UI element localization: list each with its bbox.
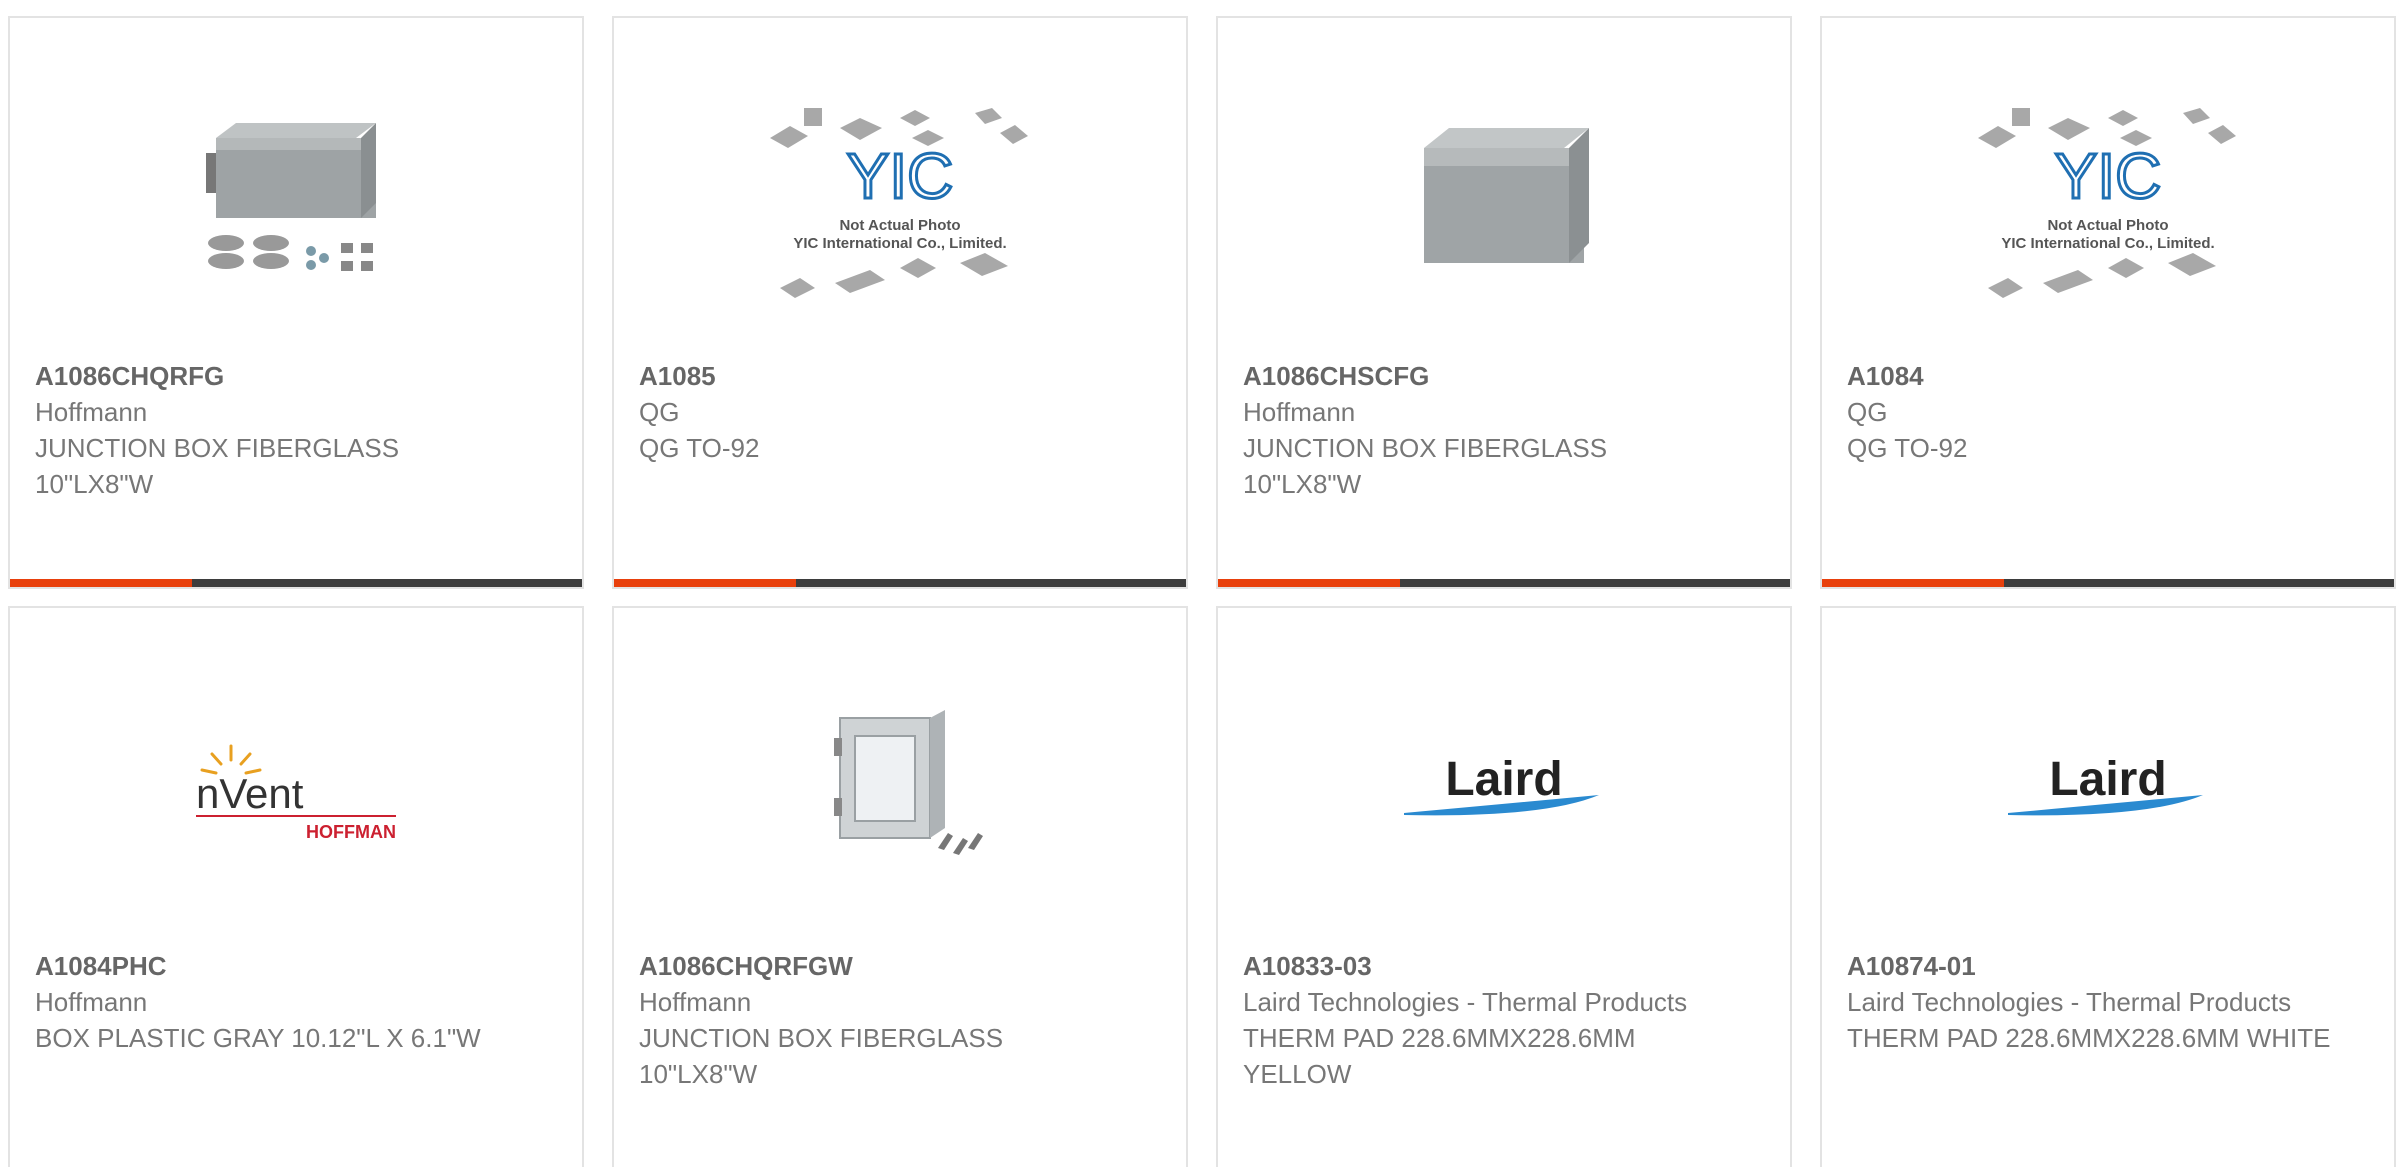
svg-text:YIC International Co., Limited: YIC International Co., Limited. <box>2001 235 2214 252</box>
part-number[interactable]: A10874-01 <box>1847 948 2334 984</box>
description: JUNCTION BOX FIBERGLASS 10"LX8"W <box>639 1023 1004 1089</box>
product-info: A1084PHC Hoffmann BOX PLASTIC GRAY 10.12… <box>35 948 522 1056</box>
description: BOX PLASTIC GRAY 10.12"L X 6.1"W <box>35 1023 481 1053</box>
manufacturer: Hoffmann <box>35 987 148 1017</box>
product-card[interactable]: A1086CHSCFG Hoffmann JUNCTION BOX FIBERG… <box>1216 16 1792 589</box>
product-card[interactable]: YIC Not Actual Photo YIC International C… <box>612 16 1188 589</box>
product-card[interactable]: Laird A10874-01 Laird Technologies - The… <box>1820 606 2396 1167</box>
card-bottom-bar <box>1822 579 2394 587</box>
product-image[interactable]: Laird <box>1218 658 1790 918</box>
manufacturer: Laird Technologies - Thermal Products <box>1243 987 1688 1017</box>
part-number[interactable]: A10833-03 <box>1243 948 1730 984</box>
card-accent-bar <box>1822 579 2004 587</box>
product-info: A10874-01 Laird Technologies - Thermal P… <box>1847 948 2334 1056</box>
card-accent-bar <box>614 579 796 587</box>
product-card[interactable]: nVent HOFFMAN A1084PHC Hoffmann BOX PLAS… <box>8 606 584 1167</box>
product-card[interactable]: Laird A10833-03 Laird Technologies - The… <box>1216 606 1792 1167</box>
svg-text:HOFFMAN: HOFFMAN <box>306 822 396 842</box>
laird-logo: Laird <box>2049 753 2166 806</box>
manufacturer: Hoffmann <box>1243 397 1356 427</box>
description: QG TO-92 <box>1847 433 1968 463</box>
manufacturer: Laird Technologies - Thermal Products <box>1847 987 2292 1017</box>
product-image[interactable] <box>614 658 1186 918</box>
description: QG TO-92 <box>639 433 760 463</box>
description: JUNCTION BOX FIBERGLASS 10"LX8"W <box>1243 433 1608 499</box>
description: THERM PAD 228.6MMX228.6MM WHITE <box>1847 1023 2331 1053</box>
nvent-logo: nVent <box>196 770 304 817</box>
product-info: A1084 QG QG TO-92 <box>1847 358 2334 466</box>
card-accent-bar <box>1218 579 1400 587</box>
product-image[interactable] <box>10 68 582 328</box>
product-image[interactable] <box>1218 68 1790 328</box>
card-accent-bar <box>10 579 192 587</box>
part-number[interactable]: A1084PHC <box>35 948 522 984</box>
manufacturer: QG <box>1847 397 1888 427</box>
yic-logo: YIC <box>2055 140 2162 212</box>
card-bottom-bar <box>1218 579 1790 587</box>
manufacturer: QG <box>639 397 680 427</box>
product-card[interactable]: YIC Not Actual Photo YIC International C… <box>1820 16 2396 589</box>
nvent-sun-icon <box>200 744 262 775</box>
product-image[interactable]: YIC Not Actual Photo YIC International C… <box>614 68 1186 328</box>
description: JUNCTION BOX FIBERGLASS 10"LX8"W <box>35 433 400 499</box>
part-number[interactable]: A1086CHSCFG <box>1243 358 1730 394</box>
part-number[interactable]: A1086CHQRFGW <box>639 948 1126 984</box>
part-number[interactable]: A1084 <box>1847 358 2334 394</box>
part-number[interactable]: A1086CHQRFG <box>35 358 522 394</box>
product-card[interactable]: A1086CHQRFG Hoffmann JUNCTION BOX FIBERG… <box>8 16 584 589</box>
product-image[interactable]: YIC Not Actual Photo YIC International C… <box>1822 68 2394 328</box>
product-grid: A1086CHQRFG Hoffmann JUNCTION BOX FIBERG… <box>0 0 2400 1167</box>
yic-logo: YIC <box>847 140 954 212</box>
svg-text:YIC International Co., Limited: YIC International Co., Limited. <box>793 235 1006 252</box>
product-info: A10833-03 Laird Technologies - Thermal P… <box>1243 948 1730 1092</box>
manufacturer: Hoffmann <box>35 397 148 427</box>
product-info: A1086CHQRFG Hoffmann JUNCTION BOX FIBERG… <box>35 358 522 502</box>
card-bottom-bar <box>614 579 1186 587</box>
card-bottom-bar <box>10 579 582 587</box>
manufacturer: Hoffmann <box>639 987 752 1017</box>
product-card[interactable]: A1086CHQRFGW Hoffmann JUNCTION BOX FIBER… <box>612 606 1188 1167</box>
product-info: A1085 QG QG TO-92 <box>639 358 1126 466</box>
product-image[interactable]: nVent HOFFMAN <box>10 658 582 918</box>
svg-text:Not Actual Photo: Not Actual Photo <box>839 217 960 234</box>
product-info: A1086CHQRFGW Hoffmann JUNCTION BOX FIBER… <box>639 948 1126 1092</box>
description: THERM PAD 228.6MMX228.6MM YELLOW <box>1243 1023 1636 1089</box>
laird-logo: Laird <box>1445 753 1562 806</box>
product-image[interactable]: Laird <box>1822 658 2394 918</box>
svg-text:Not Actual Photo: Not Actual Photo <box>2047 217 2168 234</box>
part-number[interactable]: A1085 <box>639 358 1126 394</box>
product-info: A1086CHSCFG Hoffmann JUNCTION BOX FIBERG… <box>1243 358 1730 502</box>
